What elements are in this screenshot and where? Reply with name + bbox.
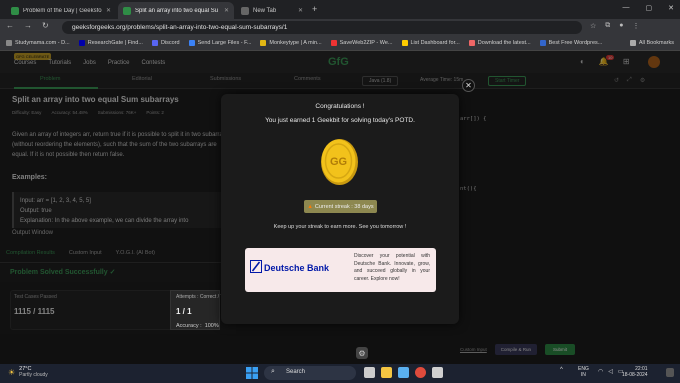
clock[interactable]: 22:01 18-08-2024 xyxy=(622,366,648,378)
reload-icon[interactable]: ↻ xyxy=(42,21,49,30)
bookmark-item[interactable]: SaveWeb2ZIP - We... xyxy=(330,40,393,46)
bookmark-item[interactable]: Discord xyxy=(151,40,180,46)
tab-title: Split an array into two equal Su xyxy=(135,7,219,14)
extensions-icon[interactable]: ⧉ xyxy=(605,22,610,30)
browser-tab-active[interactable]: Split an array into two equal Su ✕ xyxy=(118,2,234,19)
bookmark-item[interactable]: ResearchGate | Find... xyxy=(78,40,143,46)
weather-desc: Partly cloudy xyxy=(19,372,48,378)
bookmark-item[interactable]: Studymama.com - D... xyxy=(6,40,70,46)
new-tab-plus-icon[interactable]: + xyxy=(312,4,317,14)
gfg-favicon-icon xyxy=(11,6,19,15)
close-window-icon[interactable]: ✕ xyxy=(668,4,674,12)
windows-start-icon[interactable] xyxy=(246,367,258,379)
ad-copy: Discover your potential with Deutsche Ba… xyxy=(354,253,430,282)
browser-tab[interactable]: New Tab ✕ xyxy=(236,2,308,19)
notification-center-icon[interactable] xyxy=(666,368,674,377)
svg-text:GG: GG xyxy=(330,156,347,168)
language-indicator[interactable]: ENG IN xyxy=(578,366,589,378)
tray-icons: ◠ ◁ ▭ xyxy=(598,368,624,375)
url-field[interactable]: geeksforgeeks.org/problems/split-an-arra… xyxy=(62,21,582,34)
accuracy-row: Accuracy :100% xyxy=(176,323,219,329)
newtab-favicon-icon xyxy=(241,6,249,15)
back-arrow-icon[interactable]: ← xyxy=(6,21,14,30)
all-bookmarks[interactable]: All Bookmarks xyxy=(629,40,680,46)
geekbit-coin-icon: GG xyxy=(321,139,358,185)
close-icon[interactable]: ✕ xyxy=(462,79,475,92)
tab-title: New Tab xyxy=(253,7,277,14)
taskbar-search[interactable]: Search xyxy=(264,366,356,380)
close-icon[interactable]: ✕ xyxy=(224,7,229,14)
app-icon[interactable] xyxy=(432,367,443,378)
browser-tab[interactable]: Problem of the Day | GeeksforG ✕ xyxy=(6,2,116,19)
menu-dots-icon[interactable]: ⋮ xyxy=(633,22,640,30)
bookmarks-bar: Studymama.com - D... ResearchGate | Find… xyxy=(0,36,680,51)
tab-title: Problem of the Day | GeeksforG xyxy=(23,7,102,14)
chrome-icon[interactable] xyxy=(415,367,426,378)
streak-badge: ▲ Current streak : 38 days xyxy=(304,200,377,213)
task-view-icon[interactable] xyxy=(364,367,375,378)
bookmark-item[interactable]: Best Free Wordpres... xyxy=(539,40,602,46)
close-icon[interactable]: ✕ xyxy=(298,7,303,14)
bookmark-item[interactable]: Send Large Files - F... xyxy=(188,40,251,46)
gear-icon[interactable]: ⚙ xyxy=(356,347,368,359)
bookmark-item[interactable]: List Dashboard for... xyxy=(401,40,460,46)
close-icon[interactable]: ✕ xyxy=(106,7,111,14)
fire-icon: ▲ xyxy=(307,203,313,210)
maximize-icon[interactable]: ▢ xyxy=(646,4,653,12)
star-icon[interactable]: ☆ xyxy=(590,22,596,30)
file-explorer-icon[interactable] xyxy=(381,367,392,378)
keep-up-text: Keep up your streak to earn more. See yo… xyxy=(273,224,407,230)
nav-buttons: ← → ↻ xyxy=(6,21,49,30)
volume-icon[interactable]: ◁ xyxy=(608,368,613,375)
bookmark-icon xyxy=(6,40,12,46)
ad-brand: Deutsche Bank xyxy=(264,263,330,273)
address-bar-icons: ☆ ⧉ ● ⋮ xyxy=(590,22,640,30)
modal-earned-text: You just earned 1 Geekbit for solving to… xyxy=(265,117,415,124)
profile-icon[interactable]: ● xyxy=(619,22,623,30)
system-tray: ^ xyxy=(560,367,563,373)
logo-slash xyxy=(251,261,261,272)
weather-widget[interactable]: ☀ 27°C Partly cloudy xyxy=(8,366,48,378)
gfg-favicon-icon xyxy=(123,6,131,15)
window-controls: — ▢ ✕ xyxy=(623,4,675,12)
sun-cloud-icon: ☀ xyxy=(8,367,16,377)
chevron-up-icon[interactable]: ^ xyxy=(560,367,563,373)
attempts-value: 1 / 1 xyxy=(176,307,192,316)
bookmark-item[interactable]: Download the latest... xyxy=(468,40,531,46)
taskbar-apps xyxy=(364,367,443,378)
modal-title: Congratulations ! xyxy=(315,103,365,110)
app-icon[interactable] xyxy=(398,367,409,378)
bookmark-item[interactable]: Monkeytype | A min... xyxy=(260,40,322,46)
forward-arrow-icon[interactable]: → xyxy=(24,21,32,30)
wifi-icon[interactable]: ◠ xyxy=(598,368,603,375)
search-icon: ⌕ xyxy=(271,368,275,375)
minimize-icon[interactable]: — xyxy=(623,4,630,12)
